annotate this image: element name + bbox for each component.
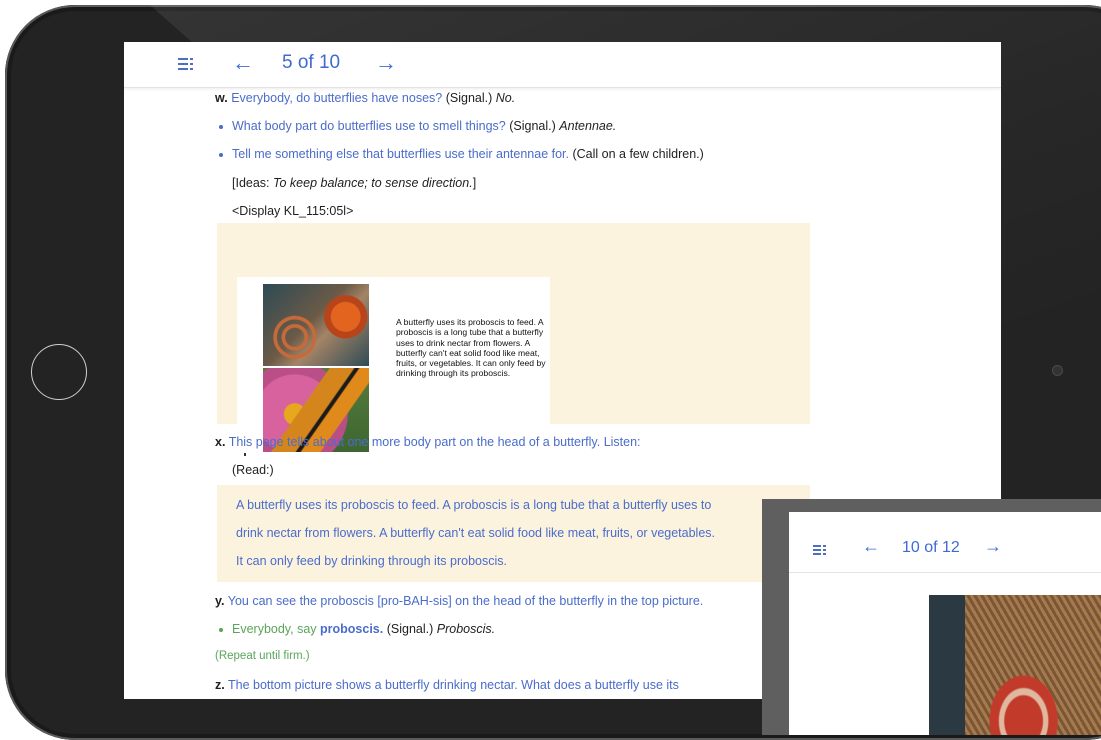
step-letter: x. xyxy=(215,435,226,449)
prev-page-button[interactable]: ← xyxy=(232,50,254,76)
step-letter: w. xyxy=(215,91,228,105)
next-page-button[interactable]: → xyxy=(984,536,1002,557)
prev-page-button[interactable]: ← xyxy=(862,536,880,557)
ideas-suffix: ] xyxy=(472,176,477,190)
ideas-line: [Ideas: To keep balance; to sense direct… xyxy=(232,176,476,190)
signal-cue: (Signal.) xyxy=(445,91,493,105)
step-y-line: y. You can see the proboscis [pro-BAH-si… xyxy=(215,594,703,608)
bullet-icon xyxy=(219,125,223,129)
teacher-question: Everybody, do butterflies have noses? xyxy=(231,91,443,105)
student-answer: Antennae. xyxy=(559,119,617,133)
bullet-line: Everybody, say proboscis. (Signal.) Prob… xyxy=(232,622,495,636)
ideas-text: To keep balance; to sense direction. xyxy=(273,176,473,190)
teacher-prompt: Everybody, say xyxy=(232,622,317,636)
page-counter: 10 of 12 xyxy=(902,539,960,556)
menu-icon[interactable] xyxy=(813,545,826,555)
page-mark xyxy=(244,453,246,456)
page-counter: 5 of 10 xyxy=(282,52,341,73)
repeat-instruction: (Repeat until firm.) xyxy=(215,650,310,662)
card-text: A butterfly uses its proboscis to feed. … xyxy=(396,317,546,379)
signal-cue: (Signal.) xyxy=(386,622,434,636)
step-letter: z. xyxy=(215,678,225,692)
signal-cue: (Signal.) xyxy=(509,119,556,133)
target-word: proboscis. xyxy=(320,622,384,636)
top-nav-bar: ← 10 of 12 → xyxy=(789,512,1101,573)
bullet-line: What body part do butterflies use to sme… xyxy=(232,119,616,133)
menu-icon[interactable] xyxy=(178,58,194,70)
passage-line: A butterfly uses its proboscis to feed. … xyxy=(236,498,712,512)
bullet-icon xyxy=(219,628,223,632)
display-instruction: <Display KL_115:05l> xyxy=(232,204,354,218)
second-tablet-screen: ← 10 of 12 → xyxy=(789,512,1101,735)
read-cue: (Read:) xyxy=(232,463,274,477)
student-answer: Proboscis. xyxy=(436,622,496,636)
home-button[interactable] xyxy=(31,344,87,400)
image-background xyxy=(929,595,965,735)
step-z-line: z. The bottom picture shows a butterfly … xyxy=(215,678,679,692)
teacher-question: Tell me something else that butterflies … xyxy=(232,147,569,161)
display-card: A butterfly uses its proboscis to feed. … xyxy=(237,277,550,460)
teacher-text: You can see the proboscis [pro-BAH-sis] … xyxy=(227,594,704,608)
student-answer: No. xyxy=(495,91,516,105)
butterfly-head-image xyxy=(263,284,369,366)
bullet-icon xyxy=(219,153,223,157)
top-nav-bar: ← 5 of 10 → xyxy=(124,42,1001,88)
teacher-question: What body part do butterflies use to sme… xyxy=(232,119,506,133)
step-w-line: w. Everybody, do butterflies have noses?… xyxy=(215,91,515,105)
step-x-line: x. This page tells about one more body p… xyxy=(215,435,641,449)
teacher-text: This page tells about one more body part… xyxy=(228,435,641,449)
teacher-direction: (Call on a few children.) xyxy=(572,147,704,161)
ideas-prefix: [Ideas: xyxy=(232,176,270,190)
passage-line: It can only feed by drinking through its… xyxy=(236,554,507,568)
step-letter: y. xyxy=(215,594,225,608)
bullet-line: Tell me something else that butterflies … xyxy=(232,147,704,161)
camera-icon xyxy=(1052,365,1063,376)
passage-line: drink nectar from flowers. A butterfly c… xyxy=(236,526,715,540)
teacher-text: The bottom picture shows a butterfly dri… xyxy=(227,678,679,692)
next-page-button[interactable]: → xyxy=(375,50,397,76)
